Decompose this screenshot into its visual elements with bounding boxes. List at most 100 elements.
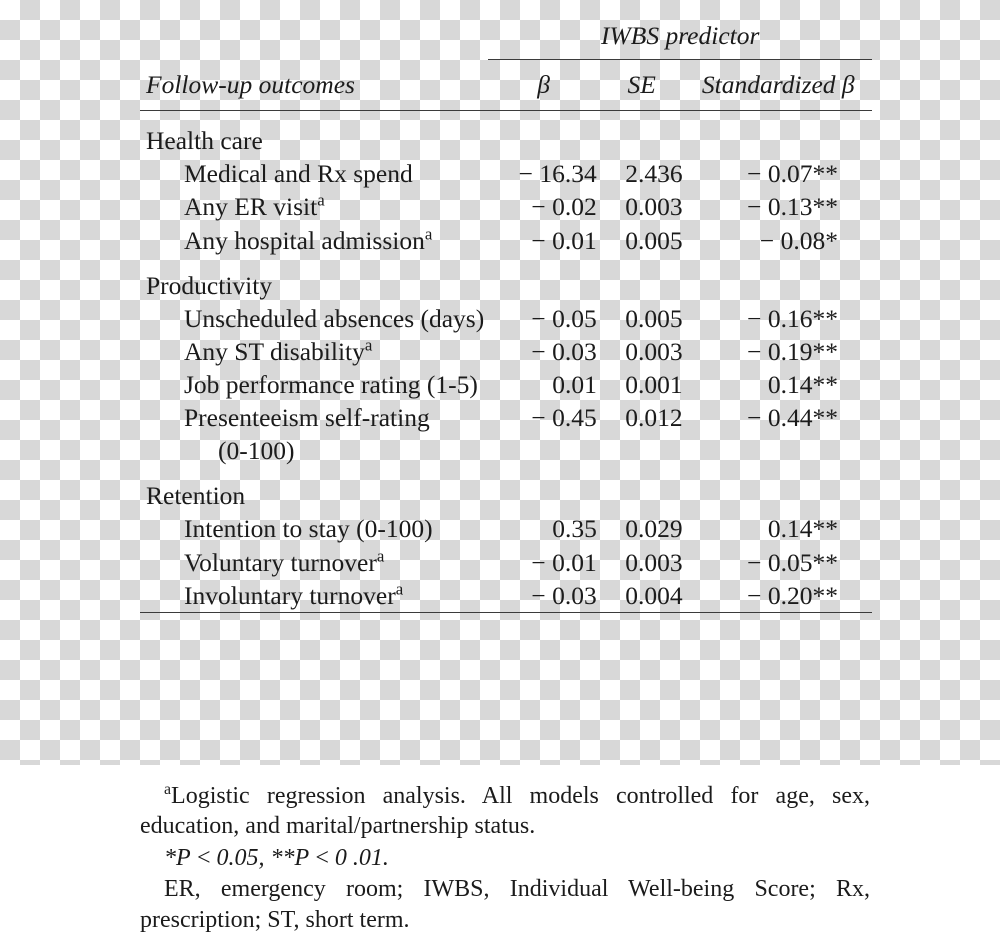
group-blank-std (685, 257, 872, 302)
row-label: Medical and Rx spend (140, 157, 488, 190)
results-table: IWBS predictor Follow-up outcomes β SE S… (140, 14, 872, 627)
row-std: − 0.16** (747, 303, 838, 333)
table-bottom-rule (140, 611, 872, 627)
table-container: IWBS predictor Follow-up outcomes β SE S… (0, 0, 1000, 765)
footnote-marker: a (395, 579, 404, 599)
row-label: Intention to stay (0-100) (140, 512, 488, 545)
row-std: − 0.19** (747, 336, 838, 366)
row-label-text: Voluntary turnover (184, 547, 377, 577)
group-label: Productivity (146, 270, 273, 300)
row-label-text: Intention to stay (0-100) (184, 514, 433, 544)
cont-blank-beta (488, 434, 598, 467)
row-label-text: Unscheduled absences (days) (184, 303, 485, 333)
footnote-marker: a (317, 190, 325, 210)
group-blank-beta (488, 257, 598, 302)
spanner-header-iwbs: IWBS predictor (488, 14, 872, 61)
group-blank-se (599, 467, 685, 512)
row-std: − 0.13** (747, 192, 838, 222)
column-header-beta: β (488, 59, 599, 112)
note-abbreviations: ER, emergency room; IWBS, Individual Wel… (140, 876, 870, 933)
table-row: Any hospital admissiona − 0.01 0.005 − 0… (140, 224, 872, 257)
row-beta: − 0.05 (531, 303, 597, 333)
footnote-marker: a (164, 781, 172, 798)
spanner-header-row: IWBS predictor (140, 14, 872, 61)
footnote-marker: a (376, 546, 385, 566)
row-beta: − 16.34 (518, 159, 597, 189)
cont-blank-se (599, 434, 685, 467)
row-beta: − 0.03 (531, 580, 597, 610)
row-label-continued: (0-100) (218, 436, 295, 466)
group-row-retention: Retention (140, 467, 872, 512)
row-label-text: Presenteeism self-rating (184, 403, 430, 433)
row-label: Any ST disabilitya (140, 335, 488, 368)
footnote-marker: a (364, 335, 373, 355)
group-label: Retention (146, 481, 246, 511)
row-se: 0.003 (625, 547, 683, 577)
row-se: 0.012 (625, 403, 683, 433)
row-std: 0.14** (767, 514, 838, 544)
note-footnote-a-text: Logistic regression analysis. All models… (140, 783, 870, 840)
row-label-text: Any ST disability (184, 336, 365, 366)
row-std: − 0.08* (759, 225, 838, 255)
row-label-text: Involuntary turnover (184, 580, 396, 610)
column-header-outcome: Follow-up outcomes (140, 59, 489, 112)
row-se: 0.005 (625, 303, 683, 333)
row-beta: − 0.01 (531, 225, 597, 255)
row-label-text: Medical and Rx spend (184, 159, 413, 189)
group-label: Health care (146, 126, 263, 156)
row-se: 0.004 (625, 580, 683, 610)
row-se: 2.436 (625, 159, 683, 189)
row-std: − 0.44** (747, 403, 838, 433)
table-row: Intention to stay (0-100) 0.35 0.029 0.1… (140, 512, 872, 545)
row-std: − 0.05** (747, 547, 838, 577)
row-label-text: Any ER visit (184, 192, 318, 222)
table-row: Job performance rating (1-5) 0.01 0.001 … (140, 368, 872, 401)
spanner-blank-cell (140, 14, 488, 60)
row-std: − 0.07** (747, 159, 838, 189)
cont-blank-std (685, 434, 872, 467)
row-std: 0.14** (767, 369, 838, 399)
row-label: Involuntary turnovera (140, 579, 488, 613)
bottom-rule-cell (140, 611, 872, 627)
row-beta: 0.35 (552, 514, 597, 544)
group-blank-std (685, 467, 872, 512)
row-beta: − 0.45 (531, 403, 597, 433)
table-row: Any ST disabilitya − 0.03 0.003 − 0.19** (140, 335, 872, 368)
group-blank-beta (488, 111, 598, 158)
group-blank-se (599, 111, 685, 158)
row-label: Any ER visita (140, 190, 488, 223)
row-se: 0.029 (625, 514, 683, 544)
row-beta: − 0.03 (531, 336, 597, 366)
table-row: Voluntary turnovera − 0.01 0.003 − 0.05*… (140, 546, 872, 579)
row-label-text: Any hospital admission (184, 225, 425, 255)
row-beta: 0.01 (552, 369, 597, 399)
row-beta: − 0.02 (531, 192, 597, 222)
table-row: Any ER visita − 0.02 0.003 − 0.13** (140, 190, 872, 223)
row-label: Voluntary turnovera (140, 546, 488, 579)
table-notes: aLogistic regression analysis. All model… (140, 781, 870, 935)
note-footnote-a: aLogistic regression analysis. All model… (140, 781, 870, 842)
row-label-text: Job performance rating (1-5) (184, 369, 478, 399)
table-row: Presenteeism self-rating − 0.45 0.012 − … (140, 401, 872, 434)
table-row-continuation: (0-100) (140, 434, 872, 467)
table-row: Unscheduled absences (days) − 0.05 0.005… (140, 302, 872, 335)
table-row: Medical and Rx spend − 16.34 2.436 − 0.0… (140, 157, 872, 190)
row-se: 0.003 (625, 192, 683, 222)
row-label: Presenteeism self-rating (140, 401, 488, 434)
note-significance: *P < 0.05, **P < 0 .01. (164, 844, 389, 871)
column-header-standardized-beta: Standardized β (684, 59, 872, 112)
group-row-productivity: Productivity (140, 257, 872, 302)
row-label: Any hospital admissiona (140, 224, 488, 257)
row-se: 0.001 (625, 369, 683, 399)
row-se: 0.003 (625, 336, 683, 366)
group-blank-se (599, 257, 685, 302)
group-blank-beta (488, 467, 598, 512)
column-header-se: SE (598, 59, 685, 112)
column-header-row: Follow-up outcomes β SE Standardized β (140, 59, 872, 112)
table-row: Involuntary turnovera − 0.03 0.004 − 0.2… (140, 579, 872, 613)
group-row-health-care: Health care (140, 111, 872, 158)
row-label: Job performance rating (1-5) (140, 368, 488, 401)
row-beta: − 0.01 (531, 547, 597, 577)
row-se: 0.005 (625, 225, 683, 255)
group-blank-std (685, 111, 872, 158)
